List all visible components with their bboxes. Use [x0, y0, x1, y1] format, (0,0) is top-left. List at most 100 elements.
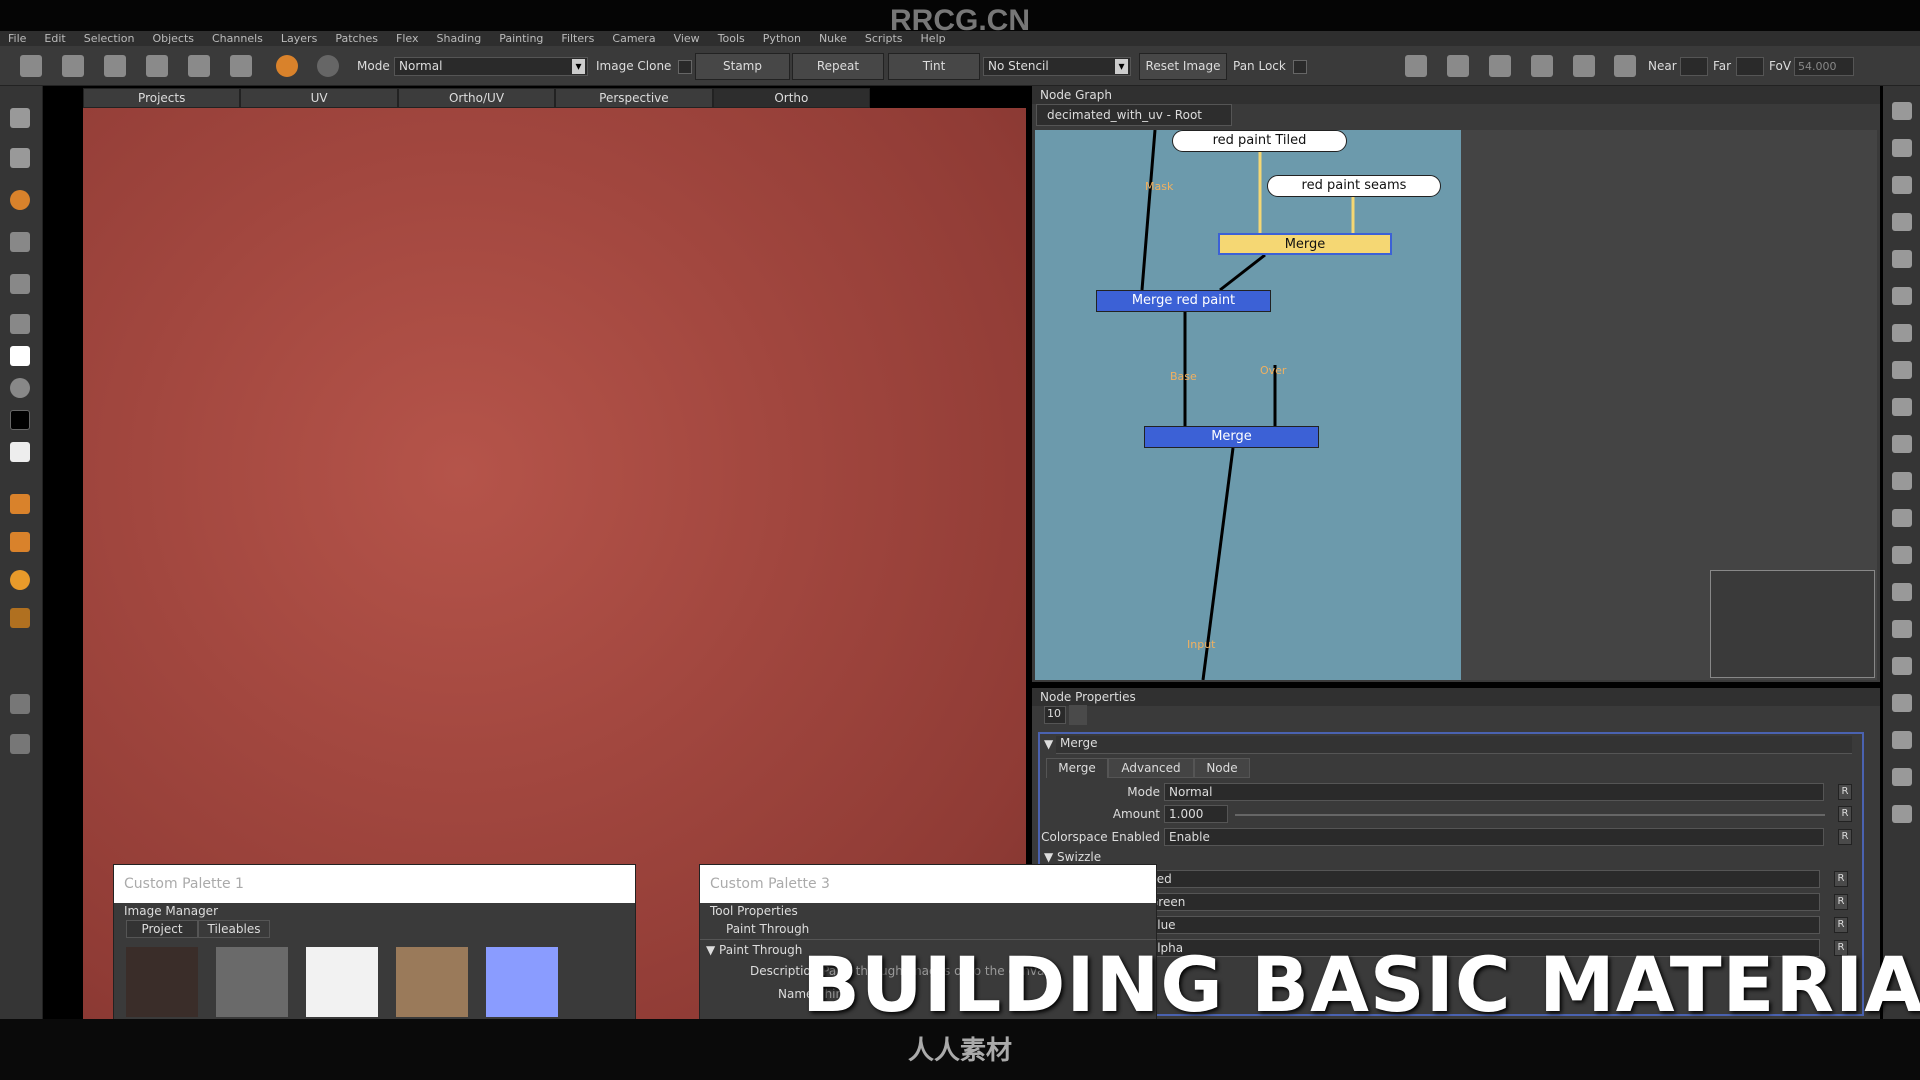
menu-channels[interactable]: Channels — [212, 31, 263, 46]
panel-tool-icon[interactable] — [1892, 435, 1912, 453]
menu-view[interactable]: View — [674, 31, 700, 46]
view-icon[interactable] — [10, 694, 30, 714]
swizzle-red-select[interactable]: Red — [1144, 870, 1820, 888]
panel-tool-icon[interactable] — [1892, 324, 1912, 342]
stencil-select[interactable]: No Stencil — [983, 57, 1131, 76]
brush-icon[interactable] — [10, 494, 30, 514]
pan-lock-checkbox[interactable] — [1293, 60, 1307, 74]
node-merge-selected[interactable]: Merge — [1218, 233, 1392, 255]
reset-button[interactable]: R — [1834, 917, 1848, 933]
panel-tool-icon[interactable] — [1892, 250, 1912, 268]
import-icon[interactable] — [104, 55, 126, 77]
tab-ortho-uv[interactable]: Ortho/UV — [397, 88, 556, 108]
box-icon[interactable] — [1531, 55, 1553, 77]
panel-tool-icon[interactable] — [1892, 768, 1912, 786]
panel-tool-icon[interactable] — [1892, 472, 1912, 490]
cube-view-icon[interactable] — [1405, 55, 1427, 77]
panel-tool-icon[interactable] — [1892, 620, 1912, 638]
node-red-paint-tiled[interactable]: red paint Tiled — [1172, 130, 1347, 152]
reset-button[interactable]: R — [1838, 784, 1852, 800]
close-file-icon[interactable] — [62, 55, 84, 77]
node-graph-canvas[interactable]: Mask Base Over Input red paint Tiled red… — [1035, 130, 1877, 680]
menu-help[interactable]: Help — [921, 31, 946, 46]
amount-input[interactable]: 1.000 — [1164, 805, 1228, 823]
menu-file[interactable]: File — [8, 31, 26, 46]
undo-icon[interactable] — [146, 55, 168, 77]
tab-node[interactable]: Node — [1194, 758, 1250, 778]
eyedropper-icon[interactable] — [10, 314, 30, 334]
node-name-input[interactable]: Merge — [1056, 736, 1852, 754]
settings-icon[interactable] — [230, 55, 252, 77]
menu-edit[interactable]: Edit — [44, 31, 65, 46]
menu-objects[interactable]: Objects — [152, 31, 194, 46]
panel-tool-icon[interactable] — [1892, 657, 1912, 675]
select-icon[interactable] — [10, 108, 30, 128]
swizzle-green-select[interactable]: Green — [1144, 893, 1820, 911]
transform-icon[interactable] — [10, 148, 30, 168]
panel-tool-icon[interactable] — [1892, 731, 1912, 749]
texture-thumbnail[interactable] — [126, 947, 198, 1017]
node-graph-tab[interactable]: decimated_with_uv - Root — [1036, 104, 1232, 126]
colorspace-select[interactable]: Enable — [1164, 828, 1824, 846]
image-clone-checkbox[interactable] — [678, 60, 692, 74]
tab-projects[interactable]: Projects — [83, 88, 241, 108]
reset-button[interactable]: R — [1834, 871, 1848, 887]
near-input[interactable] — [1680, 57, 1708, 76]
light-icon[interactable] — [1614, 55, 1636, 77]
texture-thumbnail[interactable] — [216, 947, 288, 1017]
panel-tool-icon[interactable] — [1892, 102, 1912, 120]
tab-project[interactable]: Project — [126, 920, 198, 938]
mode-select[interactable]: Normal — [394, 57, 588, 76]
paint-brush-icon[interactable] — [276, 55, 298, 77]
panel-tool-icon[interactable] — [1892, 139, 1912, 157]
redo-icon[interactable] — [188, 55, 210, 77]
node-graph-minimap[interactable] — [1710, 570, 1875, 678]
tint-button[interactable]: Tint — [888, 53, 980, 80]
foreground-color-swatch[interactable] — [10, 346, 30, 366]
tab-uv[interactable]: UV — [240, 88, 398, 108]
repeat-button[interactable]: Repeat — [792, 53, 884, 80]
collapse-icon[interactable]: ▼ — [1044, 737, 1053, 751]
film-icon[interactable] — [1573, 55, 1595, 77]
panel-tool-icon[interactable] — [1892, 509, 1912, 527]
panel-tool-icon[interactable] — [1892, 546, 1912, 564]
menu-flex[interactable]: Flex — [396, 31, 418, 46]
menu-painting[interactable]: Painting — [499, 31, 543, 46]
node-merge[interactable]: Merge — [1144, 426, 1319, 448]
swizzle-blue-select[interactable]: Blue — [1144, 916, 1820, 934]
menu-nuke[interactable]: Nuke — [819, 31, 847, 46]
menu-shading[interactable]: Shading — [437, 31, 482, 46]
tab-ortho[interactable]: Ortho — [712, 88, 871, 108]
panel-tool-icon[interactable] — [1892, 398, 1912, 416]
texture-thumbnail[interactable] — [486, 947, 558, 1017]
far-input[interactable] — [1736, 57, 1764, 76]
swap-colors-icon[interactable] — [10, 378, 30, 398]
tab-tileables[interactable]: Tileables — [198, 920, 270, 938]
background-color-swatch[interactable] — [10, 410, 30, 430]
amount-slider[interactable] — [1235, 814, 1825, 816]
menu-layers[interactable]: Layers — [281, 31, 317, 46]
node-count-input[interactable]: 10 — [1044, 706, 1066, 724]
blend-mode-select[interactable]: Normal — [1164, 783, 1824, 801]
grid-icon[interactable] — [10, 232, 30, 252]
material-icon[interactable] — [10, 570, 30, 590]
stamp-button[interactable]: Stamp — [695, 53, 790, 80]
panel-tool-icon[interactable] — [1892, 361, 1912, 379]
menu-selection[interactable]: Selection — [84, 31, 135, 46]
panel-tool-icon[interactable] — [1892, 213, 1912, 231]
new-file-icon[interactable] — [20, 55, 42, 77]
layers-icon[interactable] — [10, 532, 30, 552]
menu-python[interactable]: Python — [763, 31, 801, 46]
clear-icon[interactable] — [1069, 705, 1087, 725]
brush-preview-icon[interactable] — [317, 55, 339, 77]
menu-filters[interactable]: Filters — [561, 31, 594, 46]
reset-image-button[interactable]: Reset Image — [1139, 53, 1227, 80]
menu-tools[interactable]: Tools — [718, 31, 745, 46]
paint-icon[interactable] — [10, 190, 30, 210]
menu-patches[interactable]: Patches — [335, 31, 378, 46]
reset-button[interactable]: R — [1838, 806, 1852, 822]
menu-camera[interactable]: Camera — [612, 31, 655, 46]
panel-tool-icon[interactable] — [1892, 694, 1912, 712]
panel-tool-icon[interactable] — [1892, 583, 1912, 601]
fov-input[interactable]: 54.000 — [1794, 57, 1854, 76]
